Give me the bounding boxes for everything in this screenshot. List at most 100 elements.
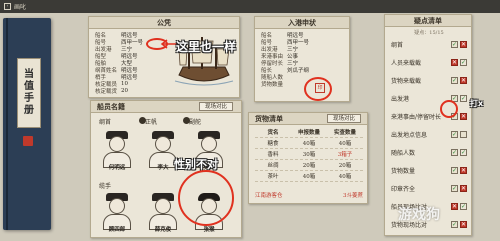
- form-row: 货物数量: [261, 80, 345, 88]
- handbook-char: 手: [24, 93, 34, 104]
- crew-compare-button[interactable]: 现场对比: [198, 102, 233, 111]
- checklist-item[interactable]: 货物来载截 ✓ ✕: [391, 75, 467, 85]
- crew-name: 张猴: [203, 227, 215, 233]
- entry-form-title: 入港申状: [255, 17, 349, 29]
- checklist-item-label: 货物来载截: [391, 77, 422, 85]
- face: [109, 136, 125, 152]
- cargo-row: 香料 30箱 3箱子: [255, 149, 363, 160]
- cargo-table: 货名 申报数量 实查数量 糖食 40箱 40箱 香料 30箱 3箱子 丝绸 20箱 20箱 茶叶 40箱 4…: [255, 127, 363, 182]
- cargo-note: 江南游客仓 3斗姜蔗: [255, 191, 363, 199]
- pass-checkbox[interactable]: ✓: [451, 184, 458, 192]
- annotation-same-here: 这里也一样: [176, 40, 237, 54]
- slot-selector[interactable]: [183, 117, 190, 124]
- checklist-item[interactable]: 纲首 ✓ ✕: [391, 39, 467, 49]
- cargo-cell: 香料: [267, 152, 279, 158]
- cargo-list-panel[interactable]: 货物清单 现场对比 货名 申报数量 实查数量 糖食 40箱 40箱 香料 30箱 3箱子 丝绸 20…: [248, 112, 368, 204]
- handbook[interactable]: 当 值 手 册: [3, 18, 51, 230]
- cargo-note-right: 3斗姜蔗: [343, 193, 363, 199]
- cargo-header-row: 货名 申报数量 实查数量: [255, 127, 363, 138]
- slot-label-captain: 纲首: [99, 119, 112, 126]
- top-bar-title: 画叱: [14, 4, 27, 11]
- face: [155, 198, 171, 214]
- cargo-cell: 丝绸: [267, 163, 279, 169]
- annotation-circle: [440, 100, 458, 118]
- cargo-cell: 20箱: [302, 163, 316, 169]
- fail-checkbox[interactable]: ✓: [460, 94, 467, 102]
- checklist-item-label: 纲首: [391, 41, 404, 49]
- checklist-item[interactable]: 货物数量 ✓ ✕: [391, 165, 467, 175]
- checklist-title: 疑点清单: [385, 15, 471, 27]
- slot-label-mainsail: 正帆: [145, 119, 158, 126]
- checklist-item[interactable]: 印章齐全 ✓ ✕: [391, 183, 467, 193]
- face: [109, 198, 125, 214]
- cargo-cell: 40箱: [302, 174, 316, 180]
- annotation-circle: [178, 170, 234, 226]
- checklist-item-label: 出发地点信息: [391, 131, 428, 139]
- cargo-note-left: 江南游客仓: [255, 193, 283, 199]
- certificate-title: 公凭: [89, 17, 239, 29]
- cargo-cell: 20箱: [338, 163, 352, 169]
- pass-checkbox[interactable]: ✓: [451, 166, 458, 174]
- checklist-item-label: 货物数量: [391, 167, 416, 175]
- checklist-item-label: 人员来载截: [391, 59, 422, 67]
- fail-checkbox[interactable]: [460, 130, 467, 138]
- pass-checkbox[interactable]: ✓: [451, 76, 458, 84]
- cargo-row: 茶叶 40箱 40箱: [255, 171, 363, 182]
- fail-checkbox[interactable]: ✓: [460, 148, 467, 156]
- face: [155, 136, 171, 152]
- form-row: 核定载货 20: [95, 87, 165, 95]
- annotation-tick-x: 打x: [470, 99, 484, 108]
- crew-portrait[interactable]: 薛克俊: [145, 189, 181, 233]
- slot-selector[interactable]: [139, 117, 146, 124]
- handbook-label: 当 值 手 册: [17, 58, 41, 128]
- crew-portrait[interactable]: 何明远: [99, 127, 135, 171]
- face: [201, 136, 217, 152]
- cargo-header-cell: 实查数量: [333, 130, 356, 136]
- pass-checkbox[interactable]: ✓: [451, 40, 458, 48]
- pass-checkbox[interactable]: ✓: [451, 130, 458, 138]
- form-value: 10: [121, 80, 128, 87]
- checklist-item[interactable]: 出发地点信息 ✓: [391, 129, 467, 139]
- book-spine: [6, 18, 8, 230]
- checklist-item-label: 随船人数: [391, 149, 416, 157]
- handbook-char: 值: [24, 81, 34, 92]
- fail-checkbox[interactable]: ✕: [460, 112, 467, 120]
- fail-checkbox[interactable]: ✕: [460, 166, 467, 174]
- fail-checkbox[interactable]: ✕: [460, 40, 467, 48]
- cargo-compare-button[interactable]: 现场对比: [326, 114, 361, 123]
- cargo-row: 糖食 40箱 40箱: [255, 138, 363, 149]
- form-value: 20: [121, 87, 128, 94]
- checklist-item[interactable]: 出发港 ✓ ✓: [391, 93, 467, 103]
- handbook-char: 册: [24, 105, 34, 116]
- red-seal-icon: [23, 136, 33, 146]
- cargo-cell: 3箱子: [337, 152, 353, 158]
- cargo-header-cell: 货名: [267, 130, 279, 136]
- cargo-cell: 30箱: [302, 152, 316, 158]
- checklist-subtitle: 疑点：15/15: [414, 30, 444, 36]
- crew-name: 何明远: [108, 165, 126, 171]
- form-key: 核定载货: [95, 88, 118, 95]
- checklist-item-label: 出发港: [391, 95, 410, 103]
- checklist-item[interactable]: 人员来载截 ✕ ✓: [391, 57, 467, 67]
- watermark-logo: 游戏狗: [398, 207, 440, 223]
- fail-checkbox[interactable]: ✓: [460, 58, 467, 66]
- pass-checkbox[interactable]: ✓: [451, 148, 458, 156]
- crew-name: 顾四郎: [108, 227, 126, 233]
- top-bar: ‹ 画叱: [0, 0, 500, 13]
- certificate-panel[interactable]: 公凭 船名 明远号 船号 西甲一号 出发港 三宁 船型 明远号 船舶 大型 纲首姓名 明远号 梢手 明远号…: [88, 16, 240, 98]
- fail-checkbox[interactable]: ✕: [460, 76, 467, 84]
- back-icon[interactable]: ‹: [4, 3, 11, 10]
- checklist-item[interactable]: 随船人数 ✓ ✓: [391, 147, 467, 157]
- form-value: 刘瓜子纲: [287, 67, 310, 74]
- entry-form-panel[interactable]: 入港申状 船名 明远号 船号 西甲一号 出发港 三宁 来港事由 公事 停留时长 三宁 船长 刘瓜子纲随…: [254, 16, 350, 102]
- form-key: 货物数量: [261, 81, 284, 88]
- crew-portrait[interactable]: 顾四郎: [99, 189, 135, 233]
- entry-form-rows: 船名 明远号 船号 西甲一号 出发港 三宁 来港事由 公事 停留时长 三宁 船长 刘瓜子纲 随船人数 货物…: [261, 31, 345, 88]
- fail-checkbox[interactable]: ✕: [460, 184, 467, 192]
- annotation-circle: [304, 77, 332, 101]
- pass-checkbox[interactable]: ✕: [451, 58, 458, 66]
- checklist-panel[interactable]: 疑点清单 疑点：15/15 纲首 ✓ ✕ 人员来载截 ✕ ✓ 货物来载截 ✓ ✕ 出发港 ✓ ✓ 来港事…: [384, 14, 472, 236]
- cargo-cell: 40箱: [338, 174, 352, 180]
- cargo-row: 丝绸 20箱 20箱: [255, 160, 363, 171]
- form-value: 明远号: [121, 74, 138, 81]
